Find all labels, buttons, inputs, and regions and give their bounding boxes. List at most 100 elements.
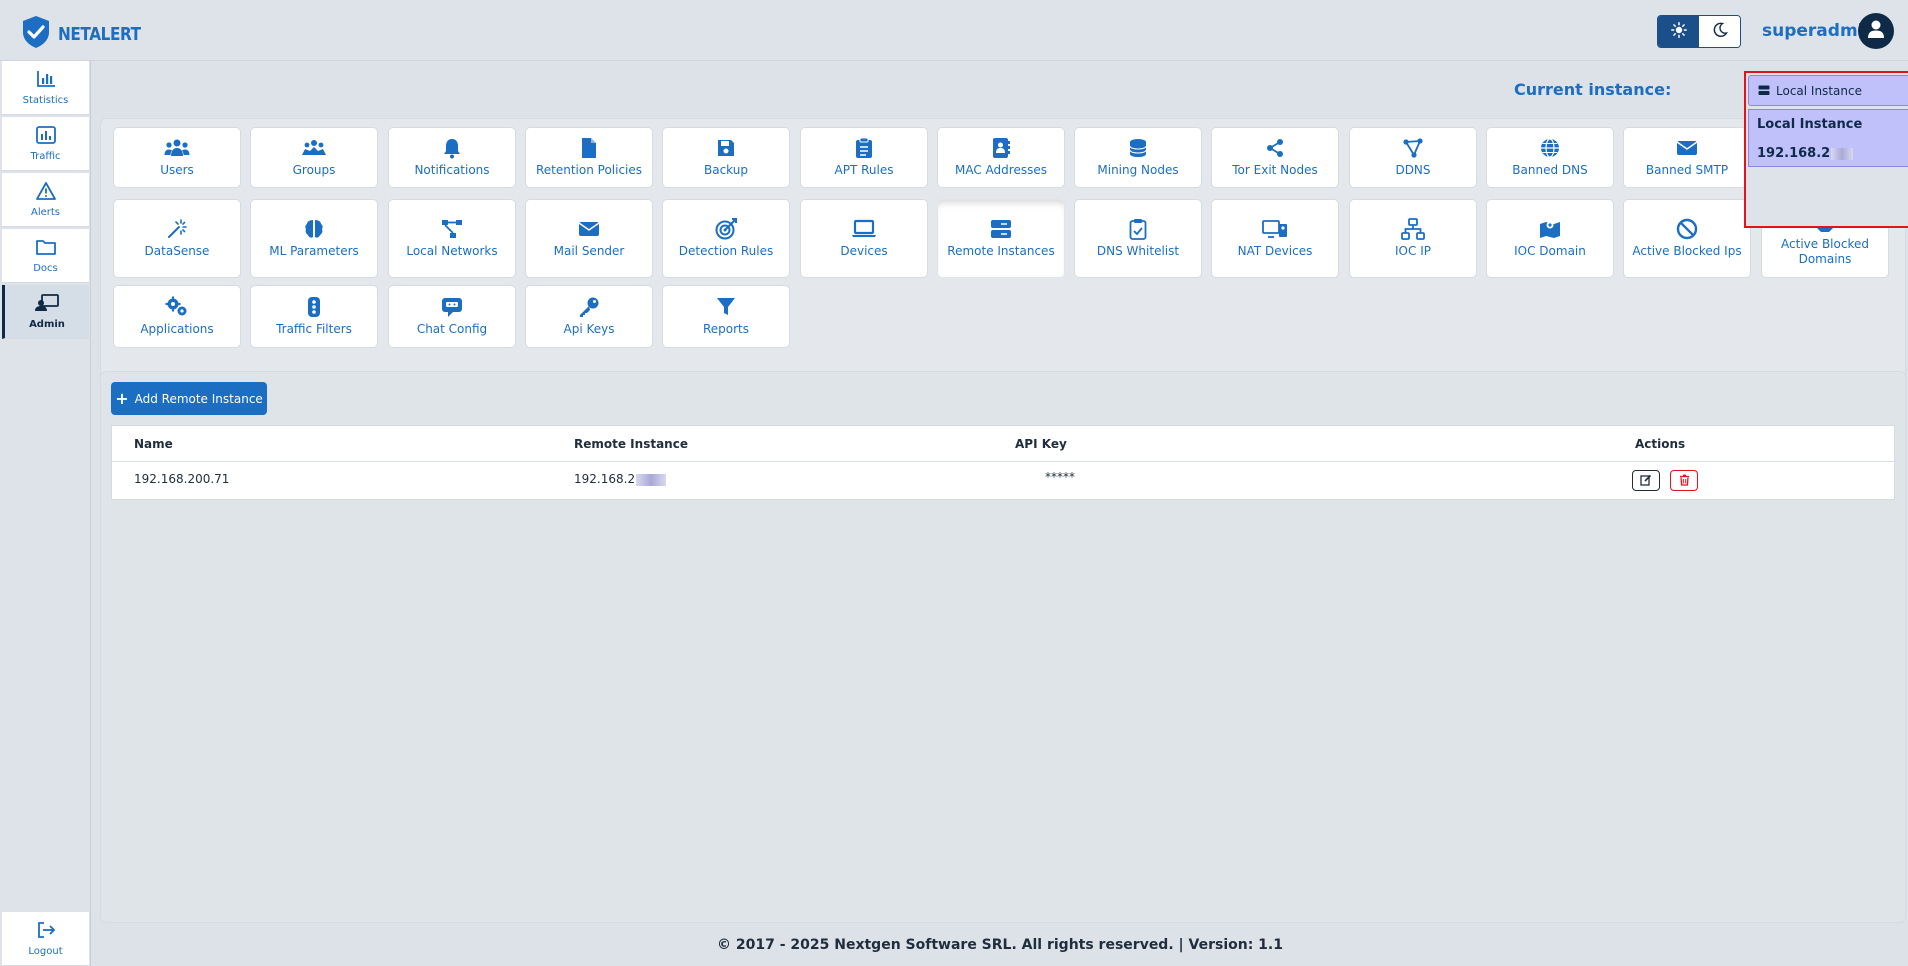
tile-apt-rules[interactable]: APT Rules <box>800 127 928 188</box>
user-icon <box>1867 19 1885 43</box>
sidebar-item-label: Admin <box>29 318 65 330</box>
nodes-icon <box>1402 137 1424 159</box>
tile-retention-policies[interactable]: Retention Policies <box>525 127 653 188</box>
edit-button[interactable] <box>1632 470 1660 491</box>
edit-icon <box>1640 471 1652 490</box>
tile-devices[interactable]: Devices <box>800 199 928 278</box>
header-api-key: API Key <box>1015 437 1067 451</box>
ban-icon <box>1676 218 1698 240</box>
tile-ddns[interactable]: DDNS <box>1349 127 1477 188</box>
sidebar: Statistics Traffic Alerts Docs Admin Log… <box>0 61 91 966</box>
folder-icon <box>35 238 56 260</box>
tile-tor-exit-nodes[interactable]: Tor Exit Nodes <box>1211 127 1339 188</box>
chat-icon <box>441 296 463 318</box>
tile-groups[interactable]: Groups <box>250 127 378 188</box>
tile-label: IOC Domain <box>1514 244 1586 259</box>
coins-icon <box>1127 137 1149 159</box>
table-header-divider <box>112 461 1894 462</box>
brain-icon <box>303 218 325 240</box>
key-icon <box>578 296 600 318</box>
tile-backup[interactable]: Backup <box>662 127 790 188</box>
tile-ml-parameters[interactable]: ML Parameters <box>250 199 378 278</box>
remote-instances-table: Name Remote Instance API Key Actions 192… <box>111 425 1895 500</box>
theme-toggle[interactable] <box>1657 15 1741 48</box>
top-bar: NETALERT superadmin <box>0 0 1908 61</box>
tile-label: Reports <box>702 322 750 337</box>
tile-banned-smtp[interactable]: Banned SMTP <box>1623 127 1751 188</box>
tile-label: Local Networks <box>406 244 498 259</box>
instance-option[interactable]: Local Instance <box>1757 117 1862 132</box>
sidebar-item-statistics[interactable]: Statistics <box>2 61 89 115</box>
tile-label: IOC IP <box>1395 244 1431 259</box>
cogs-icon <box>165 296 189 318</box>
tile-mining-nodes[interactable]: Mining Nodes <box>1074 127 1202 188</box>
server-icon <box>1758 85 1770 96</box>
sidebar-item-traffic[interactable]: Traffic <box>2 117 89 171</box>
tile-api-keys[interactable]: Api Keys <box>525 285 653 348</box>
tile-label: Backup <box>704 163 748 178</box>
sidebar-item-admin[interactable]: Admin <box>2 285 89 339</box>
admin-icon <box>35 293 59 316</box>
tile-banned-dns[interactable]: Banned DNS <box>1486 127 1614 188</box>
app-logo[interactable]: NETALERT <box>18 14 155 54</box>
instance-bar: Current instance: <box>92 61 1908 116</box>
tile-users[interactable]: Users <box>113 127 241 188</box>
sidebar-item-docs[interactable]: Docs <box>2 229 89 283</box>
tile-label: ML Parameters <box>269 244 359 259</box>
sidebar-item-label: Statistics <box>22 94 69 106</box>
tile-chat-config[interactable]: Chat Config <box>388 285 516 348</box>
sidebar-item-alerts[interactable]: Alerts <box>2 173 89 227</box>
tile-nat-devices[interactable]: NAT Devices <box>1211 199 1339 278</box>
tile-dns-whitelist[interactable]: DNS Whitelist <box>1074 199 1202 278</box>
tile-ioc-domain[interactable]: IOC Domain <box>1486 199 1614 278</box>
sun-icon <box>1670 21 1687 42</box>
tile-label: Active Blocked Ips <box>1632 244 1742 259</box>
sidebar-item-logout[interactable]: Logout <box>2 912 89 966</box>
tile-applications[interactable]: Applications <box>113 285 241 348</box>
tile-mac-addresses[interactable]: MAC Addresses <box>937 127 1065 188</box>
tile-label: DataSense <box>144 244 210 259</box>
tile-label: Detection Rules <box>678 244 774 259</box>
light-mode-button[interactable] <box>1658 16 1699 47</box>
traffic-icon <box>35 125 56 148</box>
tile-label: APT Rules <box>834 163 894 178</box>
network-icon <box>441 218 463 240</box>
sitemap-icon <box>1401 218 1425 241</box>
user-avatar[interactable] <box>1858 13 1894 49</box>
main-area: Current instance: Users Groups Notificatio… <box>92 61 1908 923</box>
tile-active-blocked-ips[interactable]: Active Blocked Ips <box>1623 199 1751 278</box>
footer: © 2017 - 2025 Nextgen Software SRL. All … <box>717 937 1283 953</box>
envelope-icon <box>578 218 600 240</box>
file-icon <box>580 137 598 159</box>
add-button-label: Add Remote Instance <box>134 391 263 406</box>
header-actions: Actions <box>1635 437 1686 451</box>
instance-dropdown-highlight: Local Instance Local Instance 192.168.2 <box>1744 71 1908 228</box>
tile-label: DNS Whitelist <box>1096 244 1180 259</box>
redacted-blur <box>1831 147 1854 160</box>
clipboard-check-icon <box>1129 218 1147 241</box>
tile-traffic-filters[interactable]: Traffic Filters <box>250 285 378 348</box>
add-remote-instance-button[interactable]: + Add Remote Instance <box>111 382 267 415</box>
tile-notifications[interactable]: Notifications <box>388 127 516 188</box>
tile-datasense[interactable]: DataSense <box>113 199 241 278</box>
remote-instance-text: 192.168.2 <box>574 472 636 486</box>
shield-check-icon <box>18 14 54 54</box>
tile-detection-rules[interactable]: Detection Rules <box>662 199 790 278</box>
delete-button[interactable] <box>1670 470 1698 491</box>
address-book-icon <box>991 137 1011 159</box>
server-icon <box>990 218 1012 240</box>
tile-label: Remote Instances <box>947 244 1055 259</box>
cell-api-key: ***** <box>1045 470 1075 484</box>
cell-remote-instance: 192.168.2 <box>574 472 667 486</box>
tile-remote-instances[interactable]: Remote Instances <box>937 199 1065 278</box>
tile-mail-sender[interactable]: Mail Sender <box>525 199 653 278</box>
instance-option[interactable]: 192.168.2 <box>1757 146 1854 161</box>
clipboard-icon <box>855 137 873 159</box>
globe-icon <box>1539 137 1561 159</box>
tile-label: Api Keys <box>563 322 615 337</box>
tile-local-networks[interactable]: Local Networks <box>388 199 516 278</box>
tile-ioc-ip[interactable]: IOC IP <box>1349 199 1477 278</box>
tile-reports[interactable]: Reports <box>662 285 790 348</box>
dark-mode-button[interactable] <box>1699 16 1740 47</box>
instance-select[interactable]: Local Instance <box>1748 75 1908 106</box>
